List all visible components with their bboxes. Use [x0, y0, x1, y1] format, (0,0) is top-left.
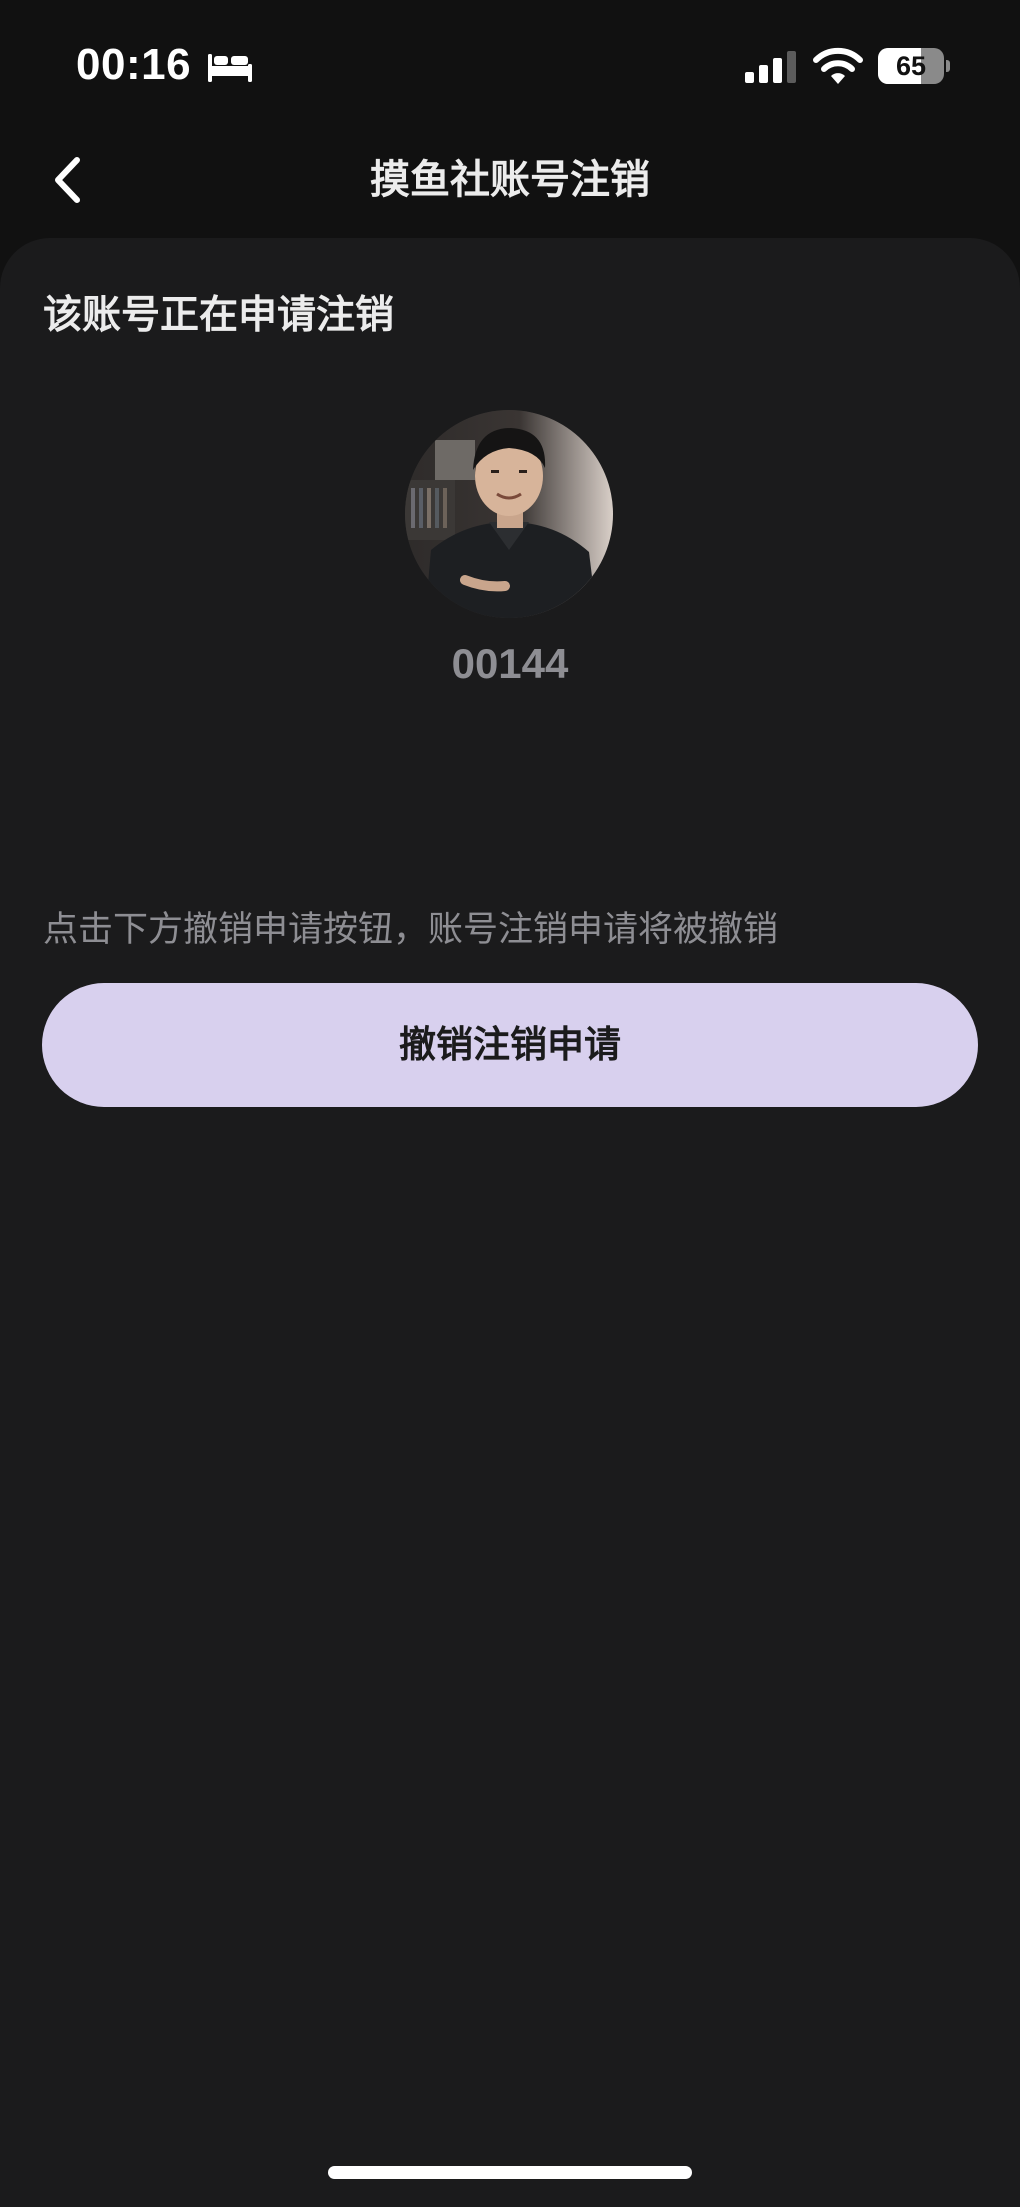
revoke-cancellation-button[interactable]: 撤销注销申请: [42, 983, 978, 1107]
account-card: 该账号正在申请注销 00144 点击下方撤销申请按钮，账号注销申请将被撤销 撤销…: [0, 238, 1020, 2207]
user-id: 00144: [451, 640, 569, 687]
page-title: 摸鱼社账号注销: [370, 157, 650, 203]
revoke-hint: 点击下方撤销申请按钮，账号注销申请将被撤销: [43, 910, 779, 950]
status-bar: 00:16 65: [0, 0, 1020, 130]
avatar-photo: [405, 410, 613, 618]
avatar: [405, 410, 613, 618]
battery-level: 65: [895, 51, 927, 81]
battery-tip: [946, 60, 950, 72]
battery-body: 65: [878, 48, 944, 84]
battery-indicator: 65: [878, 48, 950, 84]
home-indicator[interactable]: [328, 2166, 692, 2179]
cellular-signal-icon: [745, 51, 796, 83]
section-title: 该账号正在申请注销: [43, 293, 395, 338]
wifi-icon: [813, 47, 863, 84]
bed-icon: [208, 54, 252, 82]
status-time: 00:16: [76, 40, 192, 89]
